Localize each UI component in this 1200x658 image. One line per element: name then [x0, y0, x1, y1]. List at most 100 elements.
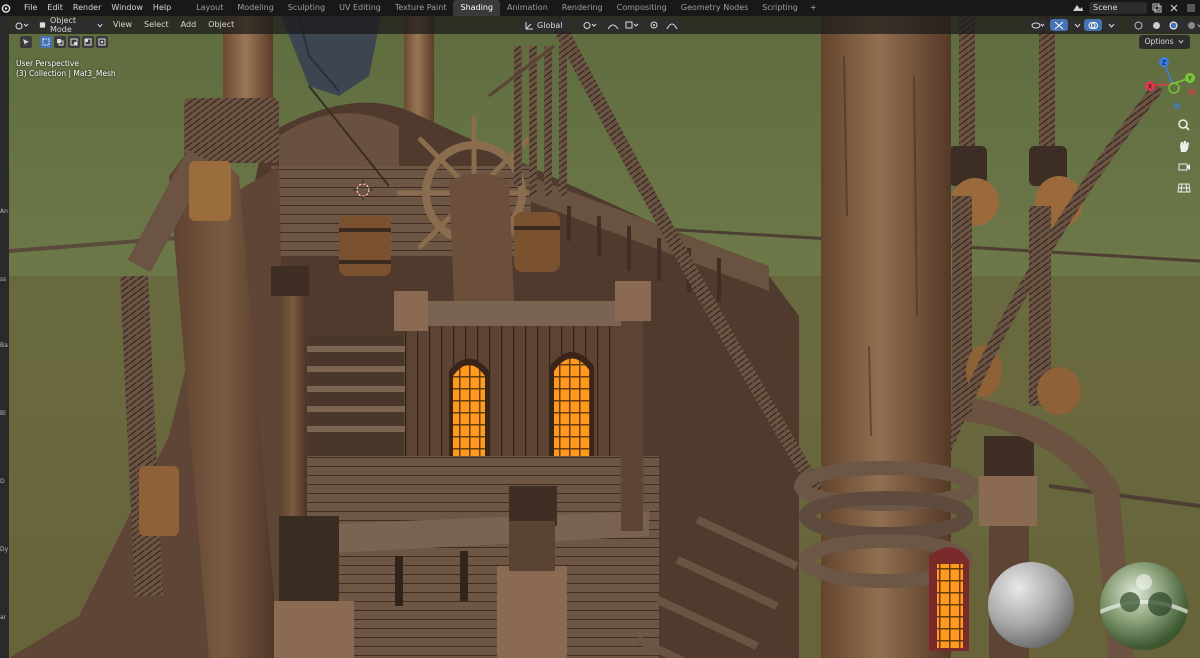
select-invert-button[interactable] [82, 36, 94, 48]
select-subtract-icon [70, 38, 78, 46]
eye-icon [1031, 22, 1045, 28]
wireframe-shading-icon[interactable] [1134, 21, 1143, 30]
ship-deck-render[interactable] [9, 16, 1200, 658]
stairs-left [307, 336, 405, 456]
material-preview-icon[interactable] [1169, 21, 1178, 30]
tab-animation[interactable]: Animation [500, 0, 555, 16]
tab-shading[interactable]: Shading [453, 0, 500, 16]
transform-orientation-dropdown[interactable]: Global [521, 19, 573, 31]
gizmo-x-label: X [1148, 84, 1152, 91]
top-bar: File Edit Render Window Help Layout Mode… [0, 0, 1200, 16]
tab-uv-editing[interactable]: UV Editing [332, 0, 388, 16]
orthographic-toggle[interactable] [1175, 179, 1193, 197]
menu-object[interactable]: Object [202, 16, 240, 34]
3d-viewport[interactable] [9, 16, 1200, 658]
visibility-dropdown[interactable] [1027, 19, 1049, 31]
collection-label: (3) Collection | Mat3_Mesh [16, 69, 116, 78]
rope-coil [184, 98, 279, 163]
transform-pivot-icon [583, 21, 597, 29]
proportional-edit-toggle[interactable] [646, 19, 662, 31]
select-invert-icon [84, 38, 92, 46]
tab-layout[interactable]: Layout [189, 0, 230, 16]
material-preview-sphere [988, 562, 1074, 648]
left-strip-label: Dy [0, 546, 9, 553]
pivot-point-dropdown[interactable] [579, 19, 601, 31]
rendered-shading-icon[interactable] [1187, 21, 1196, 30]
select-intersect-icon [98, 38, 106, 46]
menu-render[interactable]: Render [68, 0, 106, 16]
zoom-icon [1178, 119, 1190, 131]
view-layer-icon[interactable] [1184, 2, 1198, 14]
left-strip-label: D [0, 478, 5, 485]
left-strip-label: An [0, 208, 8, 215]
select-mode-row [20, 35, 110, 49]
select-extend-button[interactable] [54, 36, 66, 48]
tab-rendering[interactable]: Rendering [555, 0, 610, 16]
viewport-info: User Perspective (3) Collection | Mat3_M… [16, 59, 116, 79]
copy-scene-icon[interactable] [1150, 2, 1164, 14]
select-extend-icon [57, 39, 64, 46]
gizmo-icon [1054, 21, 1064, 29]
close-icon[interactable] [1167, 2, 1181, 14]
chevron-down-icon [97, 23, 103, 27]
object-mode-label: Object Mode [49, 16, 77, 34]
hdri-preview-sphere [1100, 562, 1188, 650]
gizmo-y-label: Y [1187, 76, 1192, 83]
left-strip-label: ar [0, 614, 7, 621]
overlays-toggle[interactable] [1084, 19, 1102, 31]
grid-icon [1177, 183, 1191, 193]
select-subtract-button[interactable] [68, 36, 80, 48]
select-new-button[interactable] [40, 36, 52, 48]
pan-hand-icon [1180, 141, 1189, 152]
camera-view-button[interactable] [1175, 158, 1193, 176]
orientation-label: Global [537, 20, 563, 30]
menu-file[interactable]: File [19, 0, 42, 16]
chevron-down-icon [1074, 23, 1081, 28]
editor-type-button[interactable] [12, 19, 32, 31]
workspace-tabs: Layout Modeling Sculpting UV Editing Tex… [189, 0, 821, 16]
add-workspace-button[interactable]: + [805, 0, 822, 16]
gizmo-toggle[interactable] [1050, 19, 1068, 31]
menu-select[interactable]: Select [138, 16, 175, 34]
navigation-gizmo[interactable]: Z X Y [1140, 50, 1200, 118]
blender-logo[interactable] [1, 3, 11, 13]
tab-texture-paint[interactable]: Texture Paint [388, 0, 454, 16]
zoom-button[interactable] [1175, 116, 1193, 134]
snap-toggle[interactable] [603, 19, 623, 31]
proportional-falloff-dropdown[interactable] [662, 19, 682, 31]
gizmo-z-label: Z [1162, 60, 1166, 67]
select-intersect-button[interactable] [96, 36, 108, 48]
left-strip-label: Bl [0, 410, 6, 417]
shading-modes[interactable] [1130, 19, 1200, 31]
scene-icon[interactable] [1071, 2, 1085, 14]
topbar-right: Scene [1068, 0, 1200, 16]
pan-button[interactable] [1175, 137, 1193, 155]
select-box-icon [42, 38, 50, 46]
solid-shading-icon[interactable] [1152, 21, 1161, 30]
cursor-tool[interactable] [20, 36, 32, 48]
chevron-down-icon [1108, 23, 1115, 28]
menu-edit[interactable]: Edit [42, 0, 68, 16]
editor-type-icon [15, 22, 29, 29]
menu-help[interactable]: Help [148, 0, 176, 16]
proportional-icon [650, 21, 658, 29]
camera-icon [1178, 163, 1190, 171]
menu-window[interactable]: Window [106, 0, 148, 16]
menu-add[interactable]: Add [175, 16, 203, 34]
options-dropdown[interactable]: Options [1138, 35, 1190, 49]
tab-compositing[interactable]: Compositing [610, 0, 674, 16]
tab-geometry-nodes[interactable]: Geometry Nodes [674, 0, 755, 16]
snap-icon [607, 24, 619, 29]
snap-target-dropdown[interactable] [621, 19, 643, 31]
menu-view[interactable]: View [107, 16, 138, 34]
gizmo-dropdown[interactable] [1070, 19, 1085, 31]
viewport-header: Object Mode View Select Add Object Globa… [9, 16, 1200, 34]
left-strip-label: Ba [0, 342, 8, 349]
tab-scripting[interactable]: Scripting [755, 0, 805, 16]
object-mode-dropdown[interactable]: Object Mode [35, 16, 107, 34]
overlays-dropdown[interactable] [1104, 19, 1119, 31]
scene-name-field[interactable]: Scene [1089, 2, 1147, 14]
tab-modeling[interactable]: Modeling [230, 0, 280, 16]
shading-dropdown[interactable] [1196, 19, 1200, 31]
tab-sculpting[interactable]: Sculpting [281, 0, 332, 16]
